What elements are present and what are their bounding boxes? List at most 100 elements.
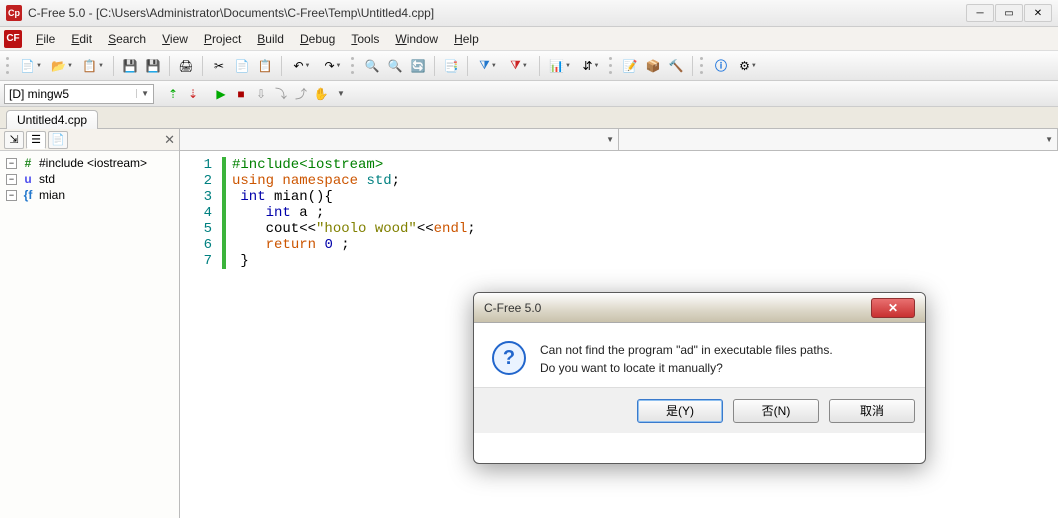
menu-help[interactable]: Help [446,29,487,49]
dialog-buttons: 是(Y) 否(N) 取消 [474,387,925,433]
sidebar-close-button[interactable]: ✕ [164,132,175,148]
find-button[interactable]: 🔍 [361,55,383,77]
menu-view[interactable]: View [154,29,196,49]
window-title: C-Free 5.0 - [C:\Users\Administrator\Doc… [28,6,434,20]
code-text: using namespace std; [232,173,400,189]
tree-node[interactable]: −ustd [6,171,173,187]
dialog-message-line2: Do you want to locate it manually? [540,359,833,377]
menu-tools[interactable]: Tools [343,29,387,49]
options-button[interactable]: ⚙▼ [733,55,763,77]
undo-button[interactable]: ↶▼ [287,55,317,77]
toolbar-grip-icon [700,56,707,76]
sidebar-tab-tree[interactable]: ⇲ [4,131,24,149]
close-button[interactable]: ✕ [1024,4,1052,22]
menu-build[interactable]: Build [249,29,292,49]
compile-button[interactable]: 📝 [619,55,641,77]
expand-icon[interactable]: − [6,158,17,169]
minimize-button[interactable]: ─ [966,4,994,22]
new-project-button[interactable]: 📋▼ [78,55,108,77]
question-icon: ? [492,341,526,375]
redo-button[interactable]: ↷▼ [318,55,348,77]
new-file-button[interactable]: 📄▼ [16,55,46,77]
cut-button[interactable]: ✂ [208,55,230,77]
sync-up-button[interactable]: ⇡ [164,85,182,103]
bookmark-button[interactable]: ⧩▼ [473,55,503,77]
dropdown-caret-icon[interactable]: ▼ [332,85,350,103]
code-editor[interactable]: 1#include<iostream>2using namespace std;… [180,151,1058,275]
cancel-button[interactable]: 取消 [829,399,915,423]
tree-node-label: #include <iostream> [39,156,147,170]
step-out-button[interactable]: ⤴ [292,85,310,103]
line-number: 1 [180,157,222,173]
menu-window[interactable]: Window [387,29,446,49]
step-over-button[interactable]: ⤵ [272,85,290,103]
run-button[interactable]: ▶ [212,85,230,103]
file-tabs: Untitled4.cpp [0,107,1058,129]
yes-button[interactable]: 是(Y) [637,399,723,423]
menu-search[interactable]: Search [100,29,154,49]
sync-down-button[interactable]: ⇣ [184,85,202,103]
class-browser-button[interactable]: 📊▼ [545,55,575,77]
toolbar-grip-icon [351,56,358,76]
file-tab[interactable]: Untitled4.cpp [6,110,98,129]
save-button[interactable]: 💾 [119,55,141,77]
paste-button[interactable]: 📋 [254,55,276,77]
menu-debug[interactable]: Debug [292,29,343,49]
member-select[interactable]: ▼ [619,129,1058,150]
menu-edit[interactable]: Edit [63,29,100,49]
code-line[interactable]: 2using namespace std; [180,173,1058,189]
sidebar-tab-list[interactable]: ☰ [26,131,46,149]
code-line[interactable]: 3 int mian(){ [180,189,1058,205]
change-bar-icon [222,173,226,189]
code-text: return 0 ; [232,237,350,253]
no-button[interactable]: 否(N) [733,399,819,423]
goto-button[interactable]: 📑 [440,55,462,77]
build-button[interactable]: 📦 [642,55,664,77]
code-text: int a ; [232,205,324,221]
pause-button[interactable]: ✋ [312,85,330,103]
tree-node[interactable]: −##include <iostream> [6,155,173,171]
code-line[interactable]: 6 return 0 ; [180,237,1058,253]
code-line[interactable]: 1#include<iostream> [180,157,1058,173]
breakpoint-button[interactable]: ⧩▼ [504,55,534,77]
replace-button[interactable]: 🔄 [407,55,429,77]
line-number: 6 [180,237,222,253]
save-all-button[interactable]: 💾 [142,55,164,77]
line-number: 3 [180,189,222,205]
change-bar-icon [222,221,226,237]
code-line[interactable]: 4 int a ; [180,205,1058,221]
message-dialog: C-Free 5.0 ✕ ? Can not find the program … [473,292,926,464]
rebuild-button[interactable]: 🔨 [665,55,687,77]
code-text: } [232,253,249,269]
tree-node[interactable]: −{fmian [6,187,173,203]
scope-select[interactable]: ▼ [180,129,619,150]
step-into-button[interactable]: ⇩ [252,85,270,103]
sidebar: ⇲ ☰ 📄 ✕ −##include <iostream>−ustd−{fmia… [0,129,180,518]
code-text: cout<<"hoolo wood"<<endl; [232,221,476,237]
menu-project[interactable]: Project [196,29,249,49]
dialog-close-button[interactable]: ✕ [871,298,915,318]
change-bar-icon [222,205,226,221]
menubar: CF FileEditSearchViewProjectBuildDebugTo… [0,27,1058,51]
maximize-button[interactable]: ▭ [995,4,1023,22]
sidebar-tab-files[interactable]: 📄 [48,131,68,149]
navigate-button[interactable]: ⇵▼ [576,55,606,77]
copy-button[interactable]: 📄 [231,55,253,77]
main-toolbar: 📄▼ 📂▼ 📋▼ 💾 💾 🖨 ✂ 📄 📋 ↶▼ ↷▼ 🔍 🔍 🔄 📑 ⧩▼ ⧩▼… [0,51,1058,81]
open-file-button[interactable]: 📂▼ [47,55,77,77]
code-line[interactable]: 5 cout<<"hoolo wood"<<endl; [180,221,1058,237]
print-button[interactable]: 🖨 [175,55,197,77]
find-in-files-button[interactable]: 🔍 [384,55,406,77]
stop-button[interactable]: ■ [232,85,250,103]
code-line[interactable]: 7 } [180,253,1058,269]
titlebar: Cp C-Free 5.0 - [C:\Users\Administrator\… [0,0,1058,27]
change-bar-icon [222,157,226,173]
help-button[interactable]: ⓘ [710,55,732,77]
change-bar-icon [222,189,226,205]
menu-file[interactable]: File [28,29,63,49]
expand-icon[interactable]: − [6,190,17,201]
expand-icon[interactable]: − [6,174,17,185]
compiler-select-value: [D] mingw5 [9,87,69,101]
dropdown-caret-icon: ▼ [136,89,149,98]
compiler-select[interactable]: [D] mingw5 ▼ [4,84,154,104]
